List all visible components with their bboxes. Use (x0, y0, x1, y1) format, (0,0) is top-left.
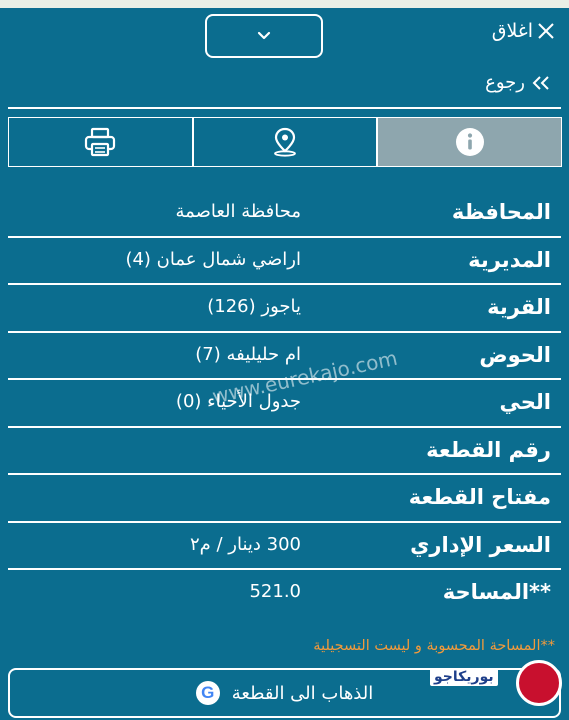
tab-location[interactable] (191, 118, 377, 166)
row-label: مفتاح القطعة (408, 485, 551, 509)
top-bar: اغلاق (0, 8, 569, 58)
info-icon (455, 128, 484, 156)
google-icon: G (195, 681, 220, 705)
detail-row-admin-price: السعر الإداري 300 دينار / م٢ (8, 523, 561, 570)
detail-row-neighborhood: الحي جدول الأحياء (0) (8, 380, 561, 428)
row-value: جدول الأحياء (0) (175, 391, 301, 412)
row-label: **المساحة (442, 580, 551, 604)
close-label: اغلاق (491, 20, 533, 42)
double-chevron-left-icon (532, 75, 549, 90)
back-button[interactable]: رجوع (485, 72, 551, 93)
back-label: رجوع (485, 72, 525, 93)
row-value: 521.0 (249, 581, 301, 602)
tab-print[interactable] (9, 118, 192, 166)
row-value: اراضي شمال عمان (4) (125, 248, 301, 270)
printer-icon (85, 127, 116, 157)
map-background-strip (0, 0, 569, 8)
row-label: الحي (499, 390, 551, 414)
row-label: المحافظة (451, 200, 551, 224)
row-value: ام حليليفه (7) (195, 343, 301, 365)
location-pin-icon (274, 127, 296, 157)
row-label: السعر الإداري (410, 532, 551, 557)
row-value: 300 دينار / م٢ (189, 533, 301, 555)
row-label: المديرية (468, 247, 551, 272)
row-value: ياجوز (126) (207, 296, 301, 317)
go-to-plot-label: الذهاب الى القطعة (231, 682, 374, 704)
chevron-down-icon (257, 31, 271, 40)
go-to-plot-button[interactable]: الذهاب الى القطعة G (8, 668, 561, 718)
detail-row-governorate: المحافظة محافظة العاصمة (8, 190, 561, 238)
detail-row-area: **المساحة 521.0 (8, 570, 561, 618)
close-button[interactable]: اغلاق (492, 20, 555, 42)
row-label: الحوض (479, 342, 551, 367)
detail-row-plot-number: رقم القطعة (8, 428, 561, 475)
detail-row-basin: الحوض ام حليليفه (7) (8, 333, 561, 380)
row-label: رقم القطعة (426, 437, 551, 462)
collapse-panel-button[interactable] (205, 14, 323, 58)
tab-bar (8, 117, 562, 167)
detail-row-plot-key: مفتاح القطعة (8, 475, 561, 523)
close-icon (538, 23, 554, 39)
tab-info[interactable] (376, 118, 562, 166)
detail-row-directorate: المديرية اراضي شمال عمان (4) (8, 238, 561, 285)
area-footnote: **المساحة المحسوبة و ليست التسجيلية (313, 638, 555, 654)
details-list: المحافظة محافظة العاصمة المديرية اراضي ش… (8, 190, 561, 618)
row-label: القرية (487, 295, 551, 319)
row-value: محافظة العاصمة (175, 201, 301, 222)
divider (8, 107, 561, 109)
detail-row-village: القرية ياجوز (126) (8, 285, 561, 333)
